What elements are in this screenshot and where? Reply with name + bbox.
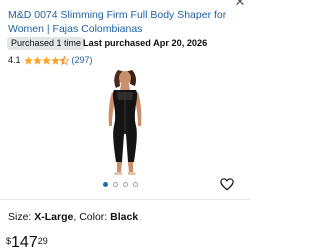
body-shaper-product-image[interactable] xyxy=(92,68,158,176)
star-icon xyxy=(32,55,42,65)
variant-selection[interactable]: Size: X-Large, Color: Black xyxy=(8,210,138,224)
image-carousel-dots[interactable] xyxy=(103,182,138,188)
price-fraction: 29 xyxy=(37,236,48,246)
star-icon xyxy=(23,55,33,65)
star-rating xyxy=(23,55,69,65)
rating-value: 4.1 xyxy=(8,55,21,65)
section-divider xyxy=(0,199,250,200)
product-title[interactable]: M&D 0074 Slimming Firm Full Body Shaper … xyxy=(8,8,240,36)
color-label: Color: xyxy=(79,211,111,223)
close-icon[interactable]: ✕ xyxy=(233,0,247,8)
rating-count-link[interactable]: (297) xyxy=(72,55,93,65)
price-whole: 147 xyxy=(11,234,38,251)
last-purchased-text: Last purchased Apr 20, 2026 xyxy=(83,38,208,48)
carousel-dot[interactable] xyxy=(133,182,138,187)
purchase-count-badge: Purchased 1 time xyxy=(7,37,86,50)
size-value: X-Large xyxy=(34,211,74,223)
size-label: Size: xyxy=(8,211,35,223)
carousel-dot[interactable] xyxy=(123,182,128,187)
color-value: Black xyxy=(110,211,139,223)
heart-icon[interactable] xyxy=(220,178,234,191)
star-icon xyxy=(41,55,51,65)
rating-row[interactable]: 4.1 (297) xyxy=(8,53,93,67)
carousel-dot[interactable] xyxy=(103,182,108,187)
carousel-dot[interactable] xyxy=(113,182,118,187)
star-icon xyxy=(50,55,60,65)
price: $ 147 29 xyxy=(6,235,48,251)
star-half-icon xyxy=(59,55,69,65)
